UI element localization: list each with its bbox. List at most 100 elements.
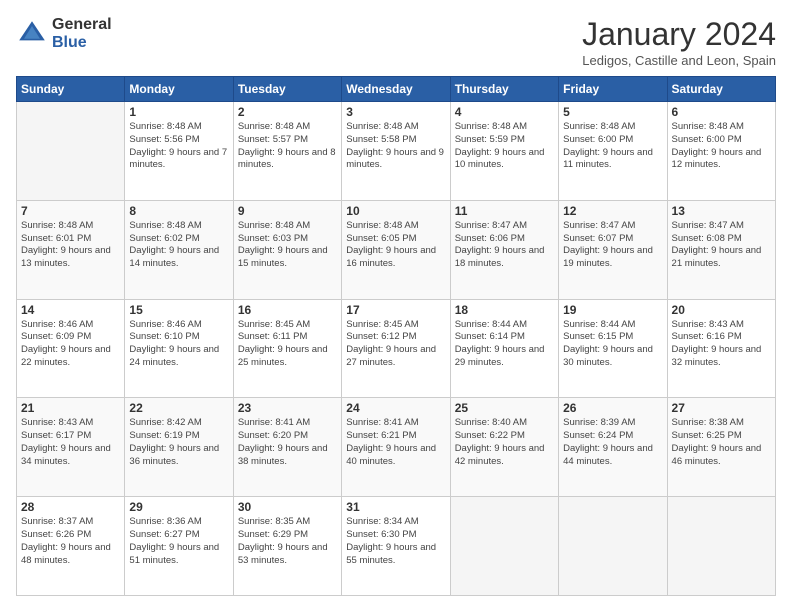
month-title: January 2024 (582, 16, 776, 53)
location: Ledigos, Castille and Leon, Spain (582, 53, 776, 68)
cell-w1-d5: 5 Sunrise: 8:48 AMSunset: 6:00 PMDaylight… (559, 102, 667, 201)
day-info-5: Sunrise: 8:48 AMSunset: 6:00 PMDaylight:… (563, 121, 662, 172)
day-info-26: Sunrise: 8:39 AMSunset: 6:24 PMDaylight:… (563, 417, 662, 468)
cell-w2-d6: 13 Sunrise: 8:47 AMSunset: 6:08 PMDayligh… (667, 200, 775, 299)
cell-w1-d2: 2Sunrise: 8:48 AMSunset: 5:57 PMDaylight… (233, 102, 341, 201)
cell-w3-d3: 17Sunrise: 8:45 AMSunset: 6:12 PMDayligh… (342, 299, 450, 398)
day-info-19: Sunrise: 8:44 AMSunset: 6:15 PMDaylight:… (563, 319, 662, 370)
day-number-21: 21 (21, 401, 120, 415)
day-info-27: Sunrise: 8:38 AMSunset: 6:25 PMDaylight:… (672, 417, 771, 468)
cell-w5-d1: 29Sunrise: 8:36 AMSunset: 6:27 PMDayligh… (125, 497, 233, 596)
cell-w1-d0 (17, 102, 125, 201)
day-number-1: 1 (129, 105, 228, 119)
day-number-19: 19 (563, 303, 662, 317)
day-info-28: Sunrise: 8:37 AMSunset: 6:26 PMDaylight:… (21, 516, 120, 567)
day-info-30: Sunrise: 8:35 AMSunset: 6:29 PMDaylight:… (238, 516, 337, 567)
day-info-10: Sunrise: 8:48 AMSunset: 6:05 PMDaylight:… (346, 220, 445, 271)
day-number-14: 14 (21, 303, 120, 317)
cell-w2-d1: 8 Sunrise: 8:48 AMSunset: 6:02 PMDaylight… (125, 200, 233, 299)
day-number-24: 24 (346, 401, 445, 415)
day-info-18: Sunrise: 8:44 AMSunset: 6:14 PMDaylight:… (455, 319, 554, 370)
weekday-header-row: Sunday Monday Tuesday Wednesday Thursday… (17, 77, 776, 102)
cell-w1-d3: 3Sunrise: 8:48 AMSunset: 5:58 PMDaylight… (342, 102, 450, 201)
cell-w4-d2: 23 Sunrise: 8:41 AMSunset: 6:20 PMDayligh… (233, 398, 341, 497)
day-number-31: 31 (346, 500, 445, 514)
cell-w5-d0: 28 Sunrise: 8:37 AMSunset: 6:26 PMDayligh… (17, 497, 125, 596)
cell-w3-d5: 19 Sunrise: 8:44 AMSunset: 6:15 PMDayligh… (559, 299, 667, 398)
day-number-16: 16 (238, 303, 337, 317)
header-friday: Friday (559, 77, 667, 102)
cell-w4-d0: 21Sunrise: 8:43 AMSunset: 6:17 PMDayligh… (17, 398, 125, 497)
header-monday: Monday (125, 77, 233, 102)
header: General Blue January 2024 Ledigos, Casti… (16, 16, 776, 68)
calendar-table: Sunday Monday Tuesday Wednesday Thursday… (16, 76, 776, 596)
cell-w5-d4 (450, 497, 558, 596)
day-number-11: 11 (455, 204, 554, 218)
cell-w2-d0: 7 Sunrise: 8:48 AMSunset: 6:01 PMDaylight… (17, 200, 125, 299)
cell-w2-d4: 11 Sunrise: 8:47 AMSunset: 6:06 PMDayligh… (450, 200, 558, 299)
day-info-11: Sunrise: 8:47 AMSunset: 6:06 PMDaylight:… (455, 220, 554, 271)
cell-w2-d3: 10Sunrise: 8:48 AMSunset: 6:05 PMDayligh… (342, 200, 450, 299)
day-info-15: Sunrise: 8:46 AMSunset: 6:10 PMDaylight:… (129, 319, 228, 370)
header-sunday: Sunday (17, 77, 125, 102)
cell-w3-d1: 15 Sunrise: 8:46 AMSunset: 6:10 PMDayligh… (125, 299, 233, 398)
day-info-12: Sunrise: 8:47 AMSunset: 6:07 PMDaylight:… (563, 220, 662, 271)
cell-w3-d2: 16 Sunrise: 8:45 AMSunset: 6:11 PMDayligh… (233, 299, 341, 398)
cell-w1-d1: 1Sunrise: 8:48 AMSunset: 5:56 PMDaylight… (125, 102, 233, 201)
day-info-7: Sunrise: 8:48 AMSunset: 6:01 PMDaylight:… (21, 220, 120, 271)
day-number-3: 3 (346, 105, 445, 119)
day-number-5: 5 (563, 105, 662, 119)
day-info-13: Sunrise: 8:47 AMSunset: 6:08 PMDaylight:… (672, 220, 771, 271)
week-row-5: 28 Sunrise: 8:37 AMSunset: 6:26 PMDayligh… (17, 497, 776, 596)
day-info-6: Sunrise: 8:48 AMSunset: 6:00 PMDaylight:… (672, 121, 771, 172)
day-number-27: 27 (672, 401, 771, 415)
cell-w4-d6: 27 Sunrise: 8:38 AMSunset: 6:25 PMDayligh… (667, 398, 775, 497)
day-number-7: 7 (21, 204, 120, 218)
cell-w3-d4: 18Sunrise: 8:44 AMSunset: 6:14 PMDayligh… (450, 299, 558, 398)
day-number-8: 8 (129, 204, 228, 218)
title-section: January 2024 Ledigos, Castille and Leon,… (582, 16, 776, 68)
day-number-28: 28 (21, 500, 120, 514)
logo-text: General Blue (52, 16, 112, 51)
day-number-30: 30 (238, 500, 337, 514)
week-row-3: 14 Sunrise: 8:46 AMSunset: 6:09 PMDayligh… (17, 299, 776, 398)
logo-general-text: General (52, 16, 112, 34)
day-number-20: 20 (672, 303, 771, 317)
day-number-13: 13 (672, 204, 771, 218)
day-info-2: Sunrise: 8:48 AMSunset: 5:57 PMDaylight:… (238, 121, 337, 172)
day-number-23: 23 (238, 401, 337, 415)
day-info-25: Sunrise: 8:40 AMSunset: 6:22 PMDaylight:… (455, 417, 554, 468)
day-number-6: 6 (672, 105, 771, 119)
day-info-8: Sunrise: 8:48 AMSunset: 6:02 PMDaylight:… (129, 220, 228, 271)
cell-w4-d3: 24 Sunrise: 8:41 AMSunset: 6:21 PMDayligh… (342, 398, 450, 497)
cell-w3-d0: 14 Sunrise: 8:46 AMSunset: 6:09 PMDayligh… (17, 299, 125, 398)
logo: General Blue (16, 16, 112, 51)
cell-w1-d6: 6 Sunrise: 8:48 AMSunset: 6:00 PMDaylight… (667, 102, 775, 201)
week-row-1: 1Sunrise: 8:48 AMSunset: 5:56 PMDaylight… (17, 102, 776, 201)
day-info-22: Sunrise: 8:42 AMSunset: 6:19 PMDaylight:… (129, 417, 228, 468)
day-info-31: Sunrise: 8:34 AMSunset: 6:30 PMDaylight:… (346, 516, 445, 567)
day-info-17: Sunrise: 8:45 AMSunset: 6:12 PMDaylight:… (346, 319, 445, 370)
day-info-14: Sunrise: 8:46 AMSunset: 6:09 PMDaylight:… (21, 319, 120, 370)
header-tuesday: Tuesday (233, 77, 341, 102)
day-number-15: 15 (129, 303, 228, 317)
cell-w5-d6 (667, 497, 775, 596)
day-number-29: 29 (129, 500, 228, 514)
day-info-16: Sunrise: 8:45 AMSunset: 6:11 PMDaylight:… (238, 319, 337, 370)
day-info-20: Sunrise: 8:43 AMSunset: 6:16 PMDaylight:… (672, 319, 771, 370)
cell-w2-d5: 12Sunrise: 8:47 AMSunset: 6:07 PMDayligh… (559, 200, 667, 299)
cell-w4-d5: 26 Sunrise: 8:39 AMSunset: 6:24 PMDayligh… (559, 398, 667, 497)
logo-icon (16, 18, 48, 50)
header-wednesday: Wednesday (342, 77, 450, 102)
day-number-22: 22 (129, 401, 228, 415)
day-number-26: 26 (563, 401, 662, 415)
logo-blue-text: Blue (52, 34, 112, 52)
cell-w5-d5 (559, 497, 667, 596)
header-thursday: Thursday (450, 77, 558, 102)
day-info-24: Sunrise: 8:41 AMSunset: 6:21 PMDaylight:… (346, 417, 445, 468)
day-number-25: 25 (455, 401, 554, 415)
cell-w5-d3: 31 Sunrise: 8:34 AMSunset: 6:30 PMDayligh… (342, 497, 450, 596)
day-info-23: Sunrise: 8:41 AMSunset: 6:20 PMDaylight:… (238, 417, 337, 468)
calendar-page: General Blue January 2024 Ledigos, Casti… (0, 0, 792, 612)
day-info-9: Sunrise: 8:48 AMSunset: 6:03 PMDaylight:… (238, 220, 337, 271)
